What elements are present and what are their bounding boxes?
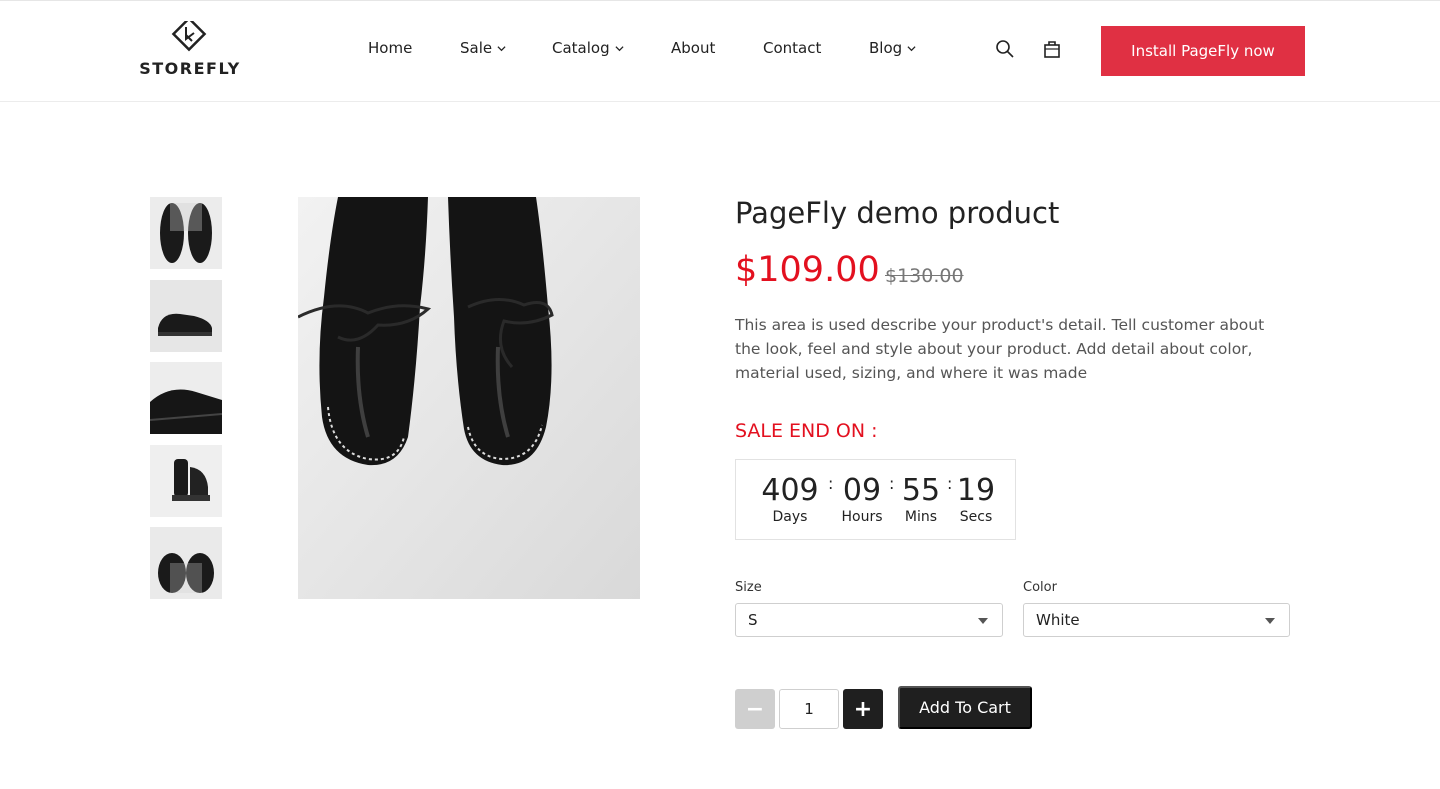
- nav-item-about[interactable]: About: [671, 39, 715, 57]
- color-selected-value: White: [1036, 611, 1080, 629]
- countdown-separator: :: [889, 474, 895, 493]
- shoes-thumbnail-image: [150, 362, 222, 434]
- nav-item-contact[interactable]: Contact: [763, 39, 821, 57]
- countdown-timer: 409 Days : 09 Hours : 55 Mins : 19 Secs: [735, 459, 1016, 540]
- product-compare-price: $130.00: [885, 265, 964, 287]
- product-description: This area is used describe your product'…: [735, 316, 1265, 382]
- chevron-down-icon: [497, 45, 506, 51]
- diamond-logo-icon: [171, 21, 207, 52]
- search-icon[interactable]: [995, 39, 1017, 61]
- brand-logo[interactable]: STOREFLY: [134, 21, 246, 81]
- caret-down-icon: [1265, 618, 1275, 624]
- quantity-decrease-button[interactable]: −: [735, 689, 775, 729]
- shoes-thumbnail-image: [150, 280, 222, 352]
- brand-name: STOREFLY: [139, 59, 241, 78]
- product-title: PageFly demo product: [735, 196, 1060, 230]
- countdown-mins-value: 55: [901, 473, 941, 508]
- color-select[interactable]: White: [1023, 603, 1290, 637]
- shoes-thumbnail-image: [150, 197, 222, 269]
- shoes-thumbnail-image: [150, 445, 222, 517]
- shopping-bag-icon[interactable]: [1043, 39, 1065, 61]
- nav-label: Blog: [869, 39, 903, 57]
- thumbnail-shoes-top[interactable]: [150, 197, 222, 269]
- countdown-secs-label: Secs: [959, 509, 993, 525]
- sale-end-label: SALE END ON :: [735, 420, 878, 442]
- nav-label: Sale: [460, 39, 493, 57]
- countdown-separator: :: [828, 474, 834, 493]
- size-select[interactable]: S: [735, 603, 1003, 637]
- nav-item-sale[interactable]: Sale: [460, 39, 506, 57]
- size-label: Size: [735, 580, 762, 595]
- nav-item-home[interactable]: Home: [368, 39, 412, 57]
- nav-label: Catalog: [552, 39, 610, 57]
- thumbnail-shoes-front[interactable]: [150, 527, 222, 599]
- thumbnail-shoe-side[interactable]: [150, 280, 222, 352]
- chevron-down-icon: [907, 45, 916, 51]
- countdown-hours-value: 09: [842, 473, 882, 508]
- thumbnail-shoes-angled[interactable]: [150, 362, 222, 434]
- main-product-image[interactable]: [298, 197, 640, 599]
- size-selected-value: S: [748, 611, 758, 629]
- caret-down-icon: [978, 618, 988, 624]
- nav-label: Contact: [763, 39, 822, 57]
- shoes-thumbnail-image: [150, 527, 222, 599]
- chevron-down-icon: [615, 45, 624, 51]
- add-to-cart-button[interactable]: Add To Cart: [898, 686, 1032, 729]
- install-pagefly-button[interactable]: Install PageFly now: [1101, 26, 1305, 76]
- quantity-input[interactable]: [779, 689, 839, 729]
- quantity-increase-button[interactable]: +: [843, 689, 883, 729]
- nav-item-catalog[interactable]: Catalog: [552, 39, 624, 57]
- countdown-separator: :: [947, 474, 953, 493]
- countdown-hours-label: Hours: [841, 509, 883, 525]
- nav-label: Home: [368, 39, 413, 57]
- countdown-days-value: 409: [761, 473, 819, 508]
- thumbnail-shoes-back[interactable]: [150, 445, 222, 517]
- nav-item-blog[interactable]: Blog: [869, 39, 916, 57]
- product-price: $109.00: [735, 250, 880, 290]
- site-header: STOREFLY Home Sale Catalog About Contact…: [0, 0, 1440, 102]
- countdown-mins-label: Mins: [904, 509, 938, 525]
- nav-label: About: [671, 39, 716, 57]
- countdown-days-label: Days: [772, 509, 808, 525]
- countdown-secs-value: 19: [956, 473, 996, 508]
- shoes-main-image: [298, 197, 640, 599]
- color-label: Color: [1023, 580, 1057, 595]
